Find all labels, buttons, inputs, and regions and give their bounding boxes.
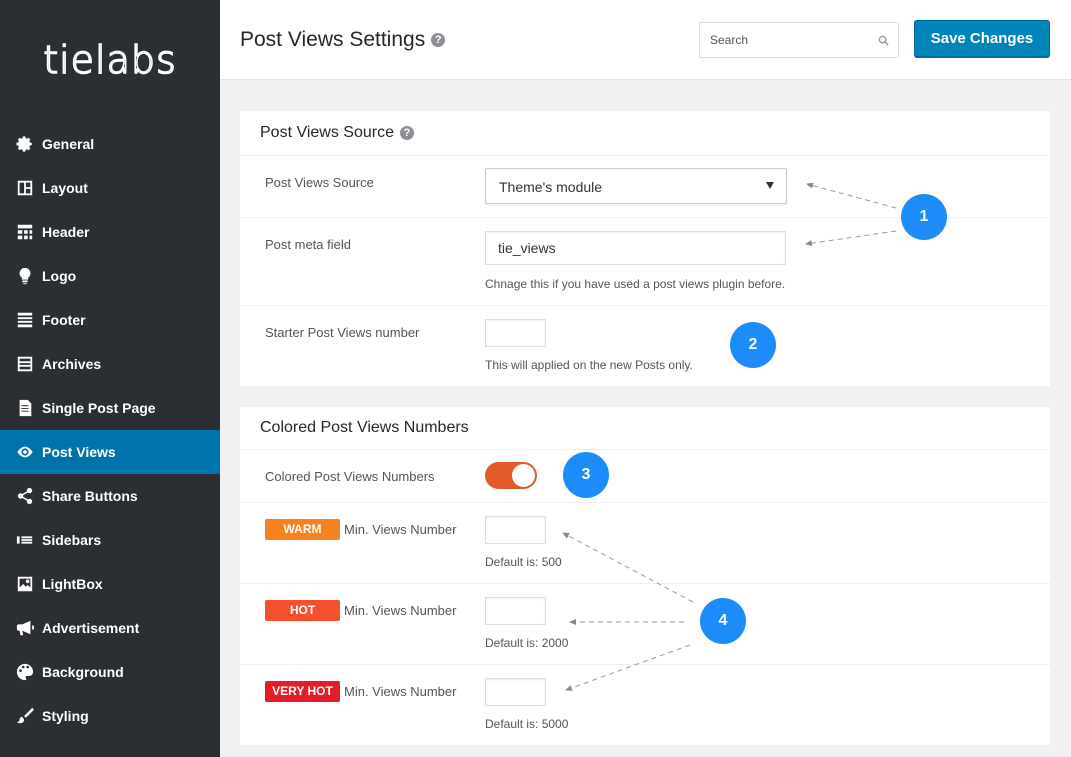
sidebar-item-share-buttons[interactable]: Share Buttons [0, 474, 220, 518]
starter-label: Starter Post Views number [265, 325, 420, 340]
min-views-label: Min. Views Number [344, 684, 457, 699]
colored-numbers-toggle[interactable] [485, 462, 537, 489]
sidebar-item-general[interactable]: General [0, 122, 220, 166]
starter-views-input[interactable] [485, 319, 546, 347]
sidebar-item-label: Share Buttons [42, 488, 138, 504]
callout-badge: 4 [700, 598, 746, 644]
sidebar-item-advertisement[interactable]: Advertisement [0, 606, 220, 650]
post-meta-field-input[interactable] [485, 231, 786, 265]
megaphone-icon [16, 619, 34, 637]
save-changes-button[interactable]: Save Changes [914, 20, 1050, 57]
document-icon [16, 399, 34, 417]
warm-min-views-input[interactable] [485, 516, 546, 544]
sidebar-item-label: Single Post Page [42, 400, 156, 416]
settings-row-starter: Starter Post Views number This will appl… [240, 306, 1050, 386]
archives-icon [16, 355, 34, 373]
warm-badge: WARM [265, 519, 340, 540]
very-hot-badge: VERY HOT [265, 681, 340, 702]
sidebar-item-label: Layout [42, 180, 88, 196]
search-box [699, 22, 899, 58]
sidebar-item-sidebars[interactable]: Sidebars [0, 518, 220, 562]
panel-title: Colored Post Views Numbers [260, 419, 469, 436]
sidebars-icon [16, 531, 34, 549]
layout-icon [16, 179, 34, 197]
panel-header: Colored Post Views Numbers [240, 407, 1050, 450]
sidebar-item-header[interactable]: Header [0, 210, 220, 254]
chevron-down-icon [766, 182, 774, 189]
sidebar-item-label: Header [42, 224, 90, 240]
meta-field-label: Post meta field [265, 237, 351, 252]
settings-row-warm: WARM Min. Views Number Default is: 500 [240, 503, 1050, 584]
hot-badge: HOT [265, 600, 340, 621]
page-title: Post Views Settings? [240, 28, 446, 52]
svg-text:tielabs: tielabs [43, 38, 177, 82]
sidebar-item-label: Styling [42, 708, 89, 724]
sidebar-item-label: General [42, 136, 95, 152]
meta-field-hint: Chnage this if you have used a post view… [485, 277, 786, 291]
sidebar-nav: General Layout Header Logo Footer Archiv… [0, 122, 220, 738]
settings-row-toggle: Colored Post Views Numbers [240, 450, 1050, 503]
callout-badge: 3 [563, 452, 609, 498]
tielabs-logo: tielabs [42, 37, 177, 83]
sidebar-item-post-views[interactable]: Post Views [0, 430, 220, 474]
sidebar-item-label: Advertisement [42, 620, 140, 636]
header-icon [16, 223, 34, 241]
sidebar-item-logo[interactable]: Logo [0, 254, 220, 298]
sidebar: tielabs General Layout Header Logo Foote… [0, 0, 220, 757]
settings-row-very-hot: VERY HOT Min. Views Number Default is: 5… [240, 665, 1050, 745]
sidebar-item-layout[interactable]: Layout [0, 166, 220, 210]
help-icon[interactable]: ? [431, 33, 446, 48]
post-views-source-panel: Post Views Source? Post Views Source The… [240, 111, 1050, 386]
help-icon[interactable]: ? [400, 126, 414, 140]
toggle-label: Colored Post Views Numbers [265, 469, 435, 484]
sidebar-item-label: Post Views [42, 444, 116, 460]
very-hot-min-views-input[interactable] [485, 678, 546, 706]
panel-header: Post Views Source? [240, 111, 1050, 156]
sidebar-item-label: Background [42, 664, 124, 680]
sidebar-item-background[interactable]: Background [0, 650, 220, 694]
sidebar-item-styling[interactable]: Styling [0, 694, 220, 738]
post-views-source-select[interactable]: Theme's module [485, 168, 787, 204]
sidebar-item-single-post-page[interactable]: Single Post Page [0, 386, 220, 430]
share-icon [16, 487, 34, 505]
sidebar-item-footer[interactable]: Footer [0, 298, 220, 342]
search-input[interactable] [700, 23, 865, 57]
palette-icon [16, 663, 34, 681]
sidebar-item-label: Archives [42, 356, 102, 372]
top-bar: Post Views Settings? Save Changes [220, 0, 1071, 80]
colored-post-views-panel: Colored Post Views Numbers Colored Post … [240, 407, 1050, 745]
sidebar-item-archives[interactable]: Archives [0, 342, 220, 386]
lightbulb-icon [16, 267, 34, 285]
select-value: Theme's module [499, 179, 603, 195]
min-views-label: Min. Views Number [344, 522, 457, 537]
footer-icon [16, 311, 34, 329]
hot-min-views-input[interactable] [485, 597, 546, 625]
sidebar-item-label: LightBox [42, 576, 103, 592]
page-title-text: Post Views Settings [240, 28, 426, 51]
callout-badge: 2 [730, 322, 776, 368]
warm-default-hint: Default is: 500 [485, 555, 562, 569]
source-label: Post Views Source [265, 175, 374, 190]
search-icon [878, 35, 889, 46]
image-icon [16, 575, 34, 593]
sidebar-item-label: Footer [42, 312, 86, 328]
sidebar-item-label: Sidebars [42, 532, 102, 548]
toggle-knob [512, 464, 535, 487]
sidebar-item-label: Logo [42, 268, 77, 284]
sidebar-item-lightbox[interactable]: LightBox [0, 562, 220, 606]
hot-default-hint: Default is: 2000 [485, 636, 569, 650]
starter-hint: This will applied on the new Posts only. [485, 358, 693, 372]
min-views-label: Min. Views Number [344, 603, 457, 618]
very-hot-default-hint: Default is: 5000 [485, 717, 569, 731]
settings-row-hot: HOT Min. Views Number Default is: 2000 [240, 584, 1050, 665]
eye-icon [16, 443, 34, 461]
callout-badge: 1 [901, 194, 947, 240]
brush-icon [16, 707, 34, 725]
gear-icon [16, 135, 34, 153]
panel-title: Post Views Source [260, 124, 394, 141]
